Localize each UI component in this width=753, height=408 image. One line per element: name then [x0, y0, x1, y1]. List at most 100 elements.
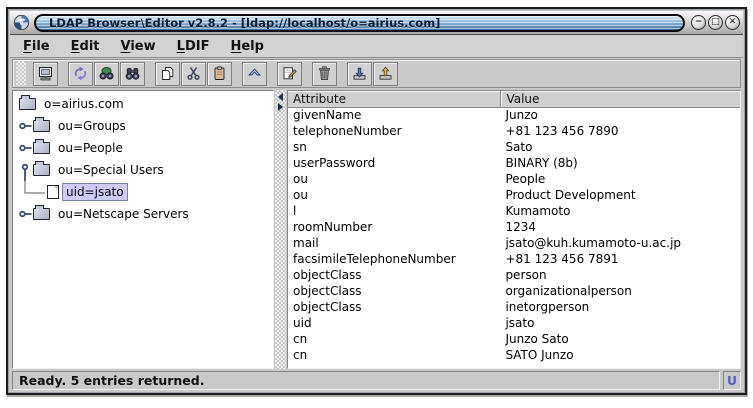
value-cell: +81 123 456 7891 [505, 252, 619, 266]
attribute-cell: l [293, 204, 297, 218]
app-globe-swirl-icon[interactable] [13, 14, 30, 31]
table-row[interactable]: telephoneNumber +81 123 456 7890 [288, 124, 740, 140]
value-cell: Junzo [505, 108, 538, 122]
value-cell: SATO Junzo [505, 348, 574, 362]
table-row[interactable]: givenName Junzo [288, 108, 740, 124]
menu-mnemonic: E [70, 38, 80, 54]
table-row[interactable]: uid jsato [288, 316, 740, 332]
tree-expander-collapsed-icon[interactable] [18, 137, 32, 159]
maximize-button[interactable]: □ [708, 15, 723, 30]
table-row[interactable]: cn SATO Junzo [288, 348, 740, 364]
import-arrow-icon [351, 65, 368, 82]
find-button[interactable] [120, 61, 145, 86]
tree-node-ou-netscape-servers[interactable]: ou=Netscape Servers [13, 203, 273, 225]
attribute-cell: mail [293, 236, 319, 250]
menu-view[interactable]: View [112, 36, 165, 57]
copy-button[interactable] [155, 61, 180, 86]
table-row[interactable]: ou People [288, 172, 740, 188]
folder-icon [33, 161, 50, 176]
chevron-up-icon [246, 65, 263, 82]
edit-entry-button[interactable] [277, 61, 302, 86]
collapse-left-arrow-icon[interactable] [278, 93, 283, 101]
tree-node-ou-special-users[interactable]: ou=Special Users [13, 159, 273, 181]
paste-button[interactable] [207, 61, 232, 86]
table-row[interactable]: ou Product Development [288, 188, 740, 204]
tree-node-o-airius-com[interactable]: o=airius.com [13, 93, 273, 115]
refresh-icon [72, 65, 89, 82]
table-row[interactable]: sn Sato [288, 140, 740, 156]
tree-node-ou-groups[interactable]: ou=Groups [13, 115, 273, 137]
value-cell: Junzo Sato [505, 332, 569, 346]
clipboard-icon [211, 65, 228, 82]
value-cell: person [505, 268, 547, 282]
computer-icon [37, 65, 54, 82]
menu-mnemonic: H [230, 38, 242, 54]
search-button[interactable] [94, 61, 119, 86]
minimize-button[interactable]: − [691, 15, 706, 30]
binoculars-icon [124, 65, 141, 82]
window-controls: − □ ✕ [689, 15, 740, 30]
table-row[interactable]: cn Junzo Sato [288, 332, 740, 348]
value-cell: organizationalperson [505, 284, 632, 298]
toolbar-grip-handle[interactable] [16, 61, 26, 86]
close-button[interactable]: ✕ [725, 15, 740, 30]
value-cell: BINARY (8b) [505, 156, 578, 170]
edit-page-icon [281, 65, 298, 82]
import-ldif-button[interactable] [347, 61, 372, 86]
binoculars-green-icon [98, 65, 115, 82]
value-cell: +81 123 456 7890 [505, 124, 619, 138]
tree-node-ou-people[interactable]: ou=People [13, 137, 273, 159]
table-row[interactable]: objectClass inetorgperson [288, 300, 740, 316]
value-cell: 1234 [505, 220, 536, 234]
value-cell: Product Development [505, 188, 636, 202]
menu-help[interactable]: Help [221, 36, 272, 57]
connect-button[interactable] [33, 61, 58, 86]
tree-node-label: ou=Special Users [58, 163, 164, 177]
trash-icon [316, 65, 333, 82]
tree-node-label: ou=Netscape Servers [58, 207, 189, 221]
tree-expander-collapsed-icon[interactable] [18, 203, 32, 225]
table-row[interactable]: roomNumber 1234 [288, 220, 740, 236]
attribute-cell: objectClass [293, 300, 362, 314]
table-body: givenName Junzo telephoneNumber +81 123 456… [288, 108, 740, 364]
menu-file[interactable]: File [14, 36, 59, 57]
connection-indicator: U [723, 371, 741, 390]
menu-ldif[interactable]: LDIF [168, 36, 219, 57]
parent-entry-button[interactable] [242, 61, 267, 86]
refresh-button[interactable] [68, 61, 93, 86]
table-row[interactable]: objectClass person [288, 268, 740, 284]
column-header-attribute[interactable]: Attribute [288, 91, 500, 107]
document-icon [47, 185, 59, 199]
status-message: Ready. 5 entries returned. [12, 371, 720, 390]
toolbar-wrap [10, 58, 743, 89]
export-ldif-button[interactable] [373, 61, 398, 86]
attribute-cell: uid [293, 316, 312, 330]
attribute-cell: facsimileTelephoneNumber [293, 252, 456, 266]
tree-node-uid-jsato[interactable]: uid=jsato [13, 181, 273, 203]
menu-edit[interactable]: Edit [62, 36, 109, 57]
split-pane-divider[interactable] [275, 90, 286, 369]
menu-mnemonic: F [23, 38, 32, 54]
status-bar: Ready. 5 entries returned. U [10, 370, 743, 391]
folder-icon [33, 205, 50, 220]
folder-icon [19, 95, 36, 110]
delete-entry-button[interactable] [312, 61, 337, 86]
value-cell: jsato@kuh.kumamoto-u.ac.jp [505, 236, 682, 250]
copy-icon [159, 65, 176, 82]
title-bar[interactable]: LDAP Browser\Editor v2.8.2 - [ldap://loc… [10, 11, 743, 35]
tree-expander-collapsed-icon[interactable] [18, 115, 32, 137]
cut-button[interactable] [181, 61, 206, 86]
table-row[interactable]: l Kumamoto [288, 204, 740, 220]
tree-expander-expanded-icon[interactable] [18, 159, 32, 181]
table-row[interactable]: facsimileTelephoneNumber +81 123 456 7891 [288, 252, 740, 268]
folder-icon [33, 139, 50, 154]
menu-mnemonic: V [120, 38, 131, 54]
table-row[interactable]: mail jsato@kuh.kumamoto-u.ac.jp [288, 236, 740, 252]
attribute-cell: objectClass [293, 284, 362, 298]
table-row[interactable]: userPassword BINARY (8b) [288, 156, 740, 172]
column-header-value[interactable]: Value [500, 91, 740, 107]
attribute-cell: cn [293, 348, 308, 362]
table-row[interactable]: objectClass organizationalperson [288, 284, 740, 300]
tree-node-label: o=airius.com [44, 97, 124, 111]
expand-right-arrow-icon[interactable] [278, 103, 283, 111]
